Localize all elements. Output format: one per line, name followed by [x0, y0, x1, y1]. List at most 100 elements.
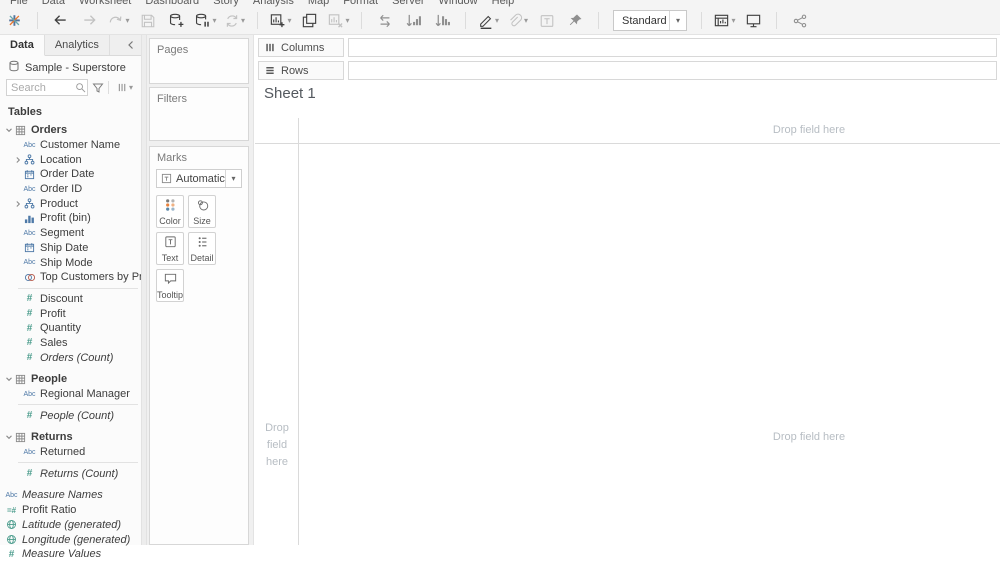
field-returned[interactable]: AbcReturned	[0, 445, 141, 460]
drop-field-here-center[interactable]: Drop field here	[754, 431, 864, 443]
globe-icon	[4, 534, 19, 545]
field-people-count[interactable]: #People (Count)	[0, 408, 141, 423]
menu-file[interactable]: File	[3, 0, 35, 7]
search-row: ▾	[0, 78, 141, 99]
field-label: Quantity	[40, 322, 81, 334]
sheet-title[interactable]: Sheet 1	[264, 85, 316, 102]
field-top-customers-by-profit[interactable]: Top Customers by Profit	[0, 270, 141, 285]
menu-help[interactable]: Help	[485, 0, 522, 7]
sort-ascending-button[interactable]	[402, 9, 425, 33]
view-options-button[interactable]: ▾	[117, 82, 133, 93]
pages-shelf[interactable]: Pages	[149, 38, 249, 84]
new-worksheet-button[interactable]: ▾	[269, 9, 292, 33]
toolbar-separator	[361, 12, 362, 29]
filter-fields-button[interactable]	[92, 82, 104, 94]
fit-selector-dropdown[interactable]: Standard▾	[613, 10, 687, 31]
replay-button[interactable]: ▾	[107, 9, 130, 33]
drop-field-here-top[interactable]: Drop field here	[754, 124, 864, 136]
clear-sheet-button[interactable]: ▾	[327, 9, 350, 33]
swap-rows-columns-button[interactable]	[373, 9, 396, 33]
marks-detail-button[interactable]: Detail	[188, 232, 216, 265]
filters-shelf[interactable]: Filters	[149, 87, 249, 141]
duplicate-sheet-button[interactable]	[298, 9, 321, 33]
field-order-date[interactable]: Order Date	[0, 167, 141, 182]
menu-story[interactable]: Story	[206, 0, 246, 7]
tableau-logo-button[interactable]	[3, 9, 26, 33]
menu-window[interactable]: Window	[432, 0, 485, 7]
menu-format[interactable]: Format	[336, 0, 385, 7]
datasource-item[interactable]: Sample - Superstore	[0, 56, 141, 78]
menu-data[interactable]: Data	[35, 0, 72, 7]
fix-axes-button[interactable]	[564, 9, 587, 33]
new-data-source-button[interactable]	[165, 9, 188, 33]
fit-selector-value: Standard	[614, 11, 669, 30]
field-measure-names[interactable]: AbcMeasure Names	[0, 488, 141, 503]
expand-icon[interactable]	[13, 156, 22, 164]
pause-auto-updates-button[interactable]: ▾	[194, 9, 217, 33]
rows-shelf-droparea[interactable]	[348, 61, 997, 80]
menu-server[interactable]: Server	[385, 0, 431, 7]
field-people[interactable]: People	[0, 372, 141, 387]
field-discount[interactable]: #Discount	[0, 292, 141, 307]
columns-shelf-droparea[interactable]	[348, 38, 997, 57]
menu-analysis[interactable]: Analysis	[246, 0, 301, 7]
collapse-icon[interactable]	[4, 126, 13, 134]
show-hide-cards-button[interactable]: ▾	[713, 9, 736, 33]
field-orders[interactable]: Orders	[0, 123, 141, 138]
redo-button[interactable]	[78, 9, 101, 33]
field-regional-manager[interactable]: AbcRegional Manager	[0, 387, 141, 402]
highlight-button[interactable]: ▾	[477, 9, 500, 33]
sort-descending-icon	[434, 12, 451, 29]
field-profit-ratio[interactable]: =#Profit Ratio	[0, 503, 141, 518]
field-order-id[interactable]: AbcOrder ID	[0, 182, 141, 197]
field-quantity[interactable]: #Quantity	[0, 321, 141, 336]
tab-data[interactable]: Data	[0, 35, 45, 56]
menu-worksheet[interactable]: Worksheet	[72, 0, 138, 7]
field-profit-bin[interactable]: Profit (bin)	[0, 211, 141, 226]
share-workbook-button[interactable]	[788, 9, 811, 33]
marks-color-button[interactable]: Color	[156, 195, 184, 228]
sort-descending-button[interactable]	[431, 9, 454, 33]
chevron-down-icon: ▾	[129, 83, 133, 92]
field-returns-count[interactable]: #Returns (Count)	[0, 466, 141, 481]
marks-tooltip-button[interactable]: Tooltip	[156, 269, 184, 302]
menu-dashboard[interactable]: Dashboard	[138, 0, 206, 7]
collapse-pane-button[interactable]	[110, 35, 141, 55]
field-product[interactable]: Product	[0, 196, 141, 211]
save-icon	[140, 13, 156, 29]
field-orders-count[interactable]: #Orders (Count)	[0, 350, 141, 365]
swap-rows-columns-icon	[377, 13, 393, 29]
field-measure-values[interactable]: #Measure Values	[0, 547, 141, 562]
number-icon: #	[22, 293, 37, 304]
menu-map[interactable]: Map	[301, 0, 336, 7]
field-ship-date[interactable]: Ship Date	[0, 241, 141, 256]
undo-button[interactable]	[49, 9, 72, 33]
field-customer-name[interactable]: AbcCustomer Name	[0, 138, 141, 153]
field-returns[interactable]: Returns	[0, 430, 141, 445]
expand-icon[interactable]	[13, 200, 22, 208]
field-profit[interactable]: #Profit	[0, 306, 141, 321]
refresh-data-button[interactable]: ▾	[223, 9, 246, 33]
field-location[interactable]: Location	[0, 152, 141, 167]
collapse-icon[interactable]	[4, 433, 13, 441]
highlight-icon	[478, 13, 494, 29]
chevron-down-icon: ▾	[287, 16, 291, 25]
marks-size-button[interactable]: Size	[188, 195, 216, 228]
drop-field-here-left[interactable]: Drop field here	[256, 420, 298, 471]
toolbar-separator	[598, 12, 599, 29]
presentation-mode-button[interactable]	[742, 9, 765, 33]
filters-shelf-label: Filters	[150, 88, 248, 105]
funnel-icon	[92, 82, 104, 94]
save-button[interactable]	[136, 9, 159, 33]
field-sales[interactable]: #Sales	[0, 336, 141, 351]
field-latitude-generated[interactable]: Latitude (generated)	[0, 518, 141, 533]
collapse-icon[interactable]	[4, 375, 13, 383]
field-ship-mode[interactable]: AbcShip Mode	[0, 255, 141, 270]
group-members-button[interactable]: ▾	[506, 9, 529, 33]
marks-text-button[interactable]: Text	[156, 232, 184, 265]
mark-type-dropdown[interactable]: Automatic ▾	[156, 169, 242, 188]
field-segment[interactable]: AbcSegment	[0, 226, 141, 241]
show-mark-labels-button[interactable]	[535, 9, 558, 33]
abc-icon: Abc	[22, 449, 37, 456]
tab-analytics[interactable]: Analytics	[45, 35, 110, 55]
